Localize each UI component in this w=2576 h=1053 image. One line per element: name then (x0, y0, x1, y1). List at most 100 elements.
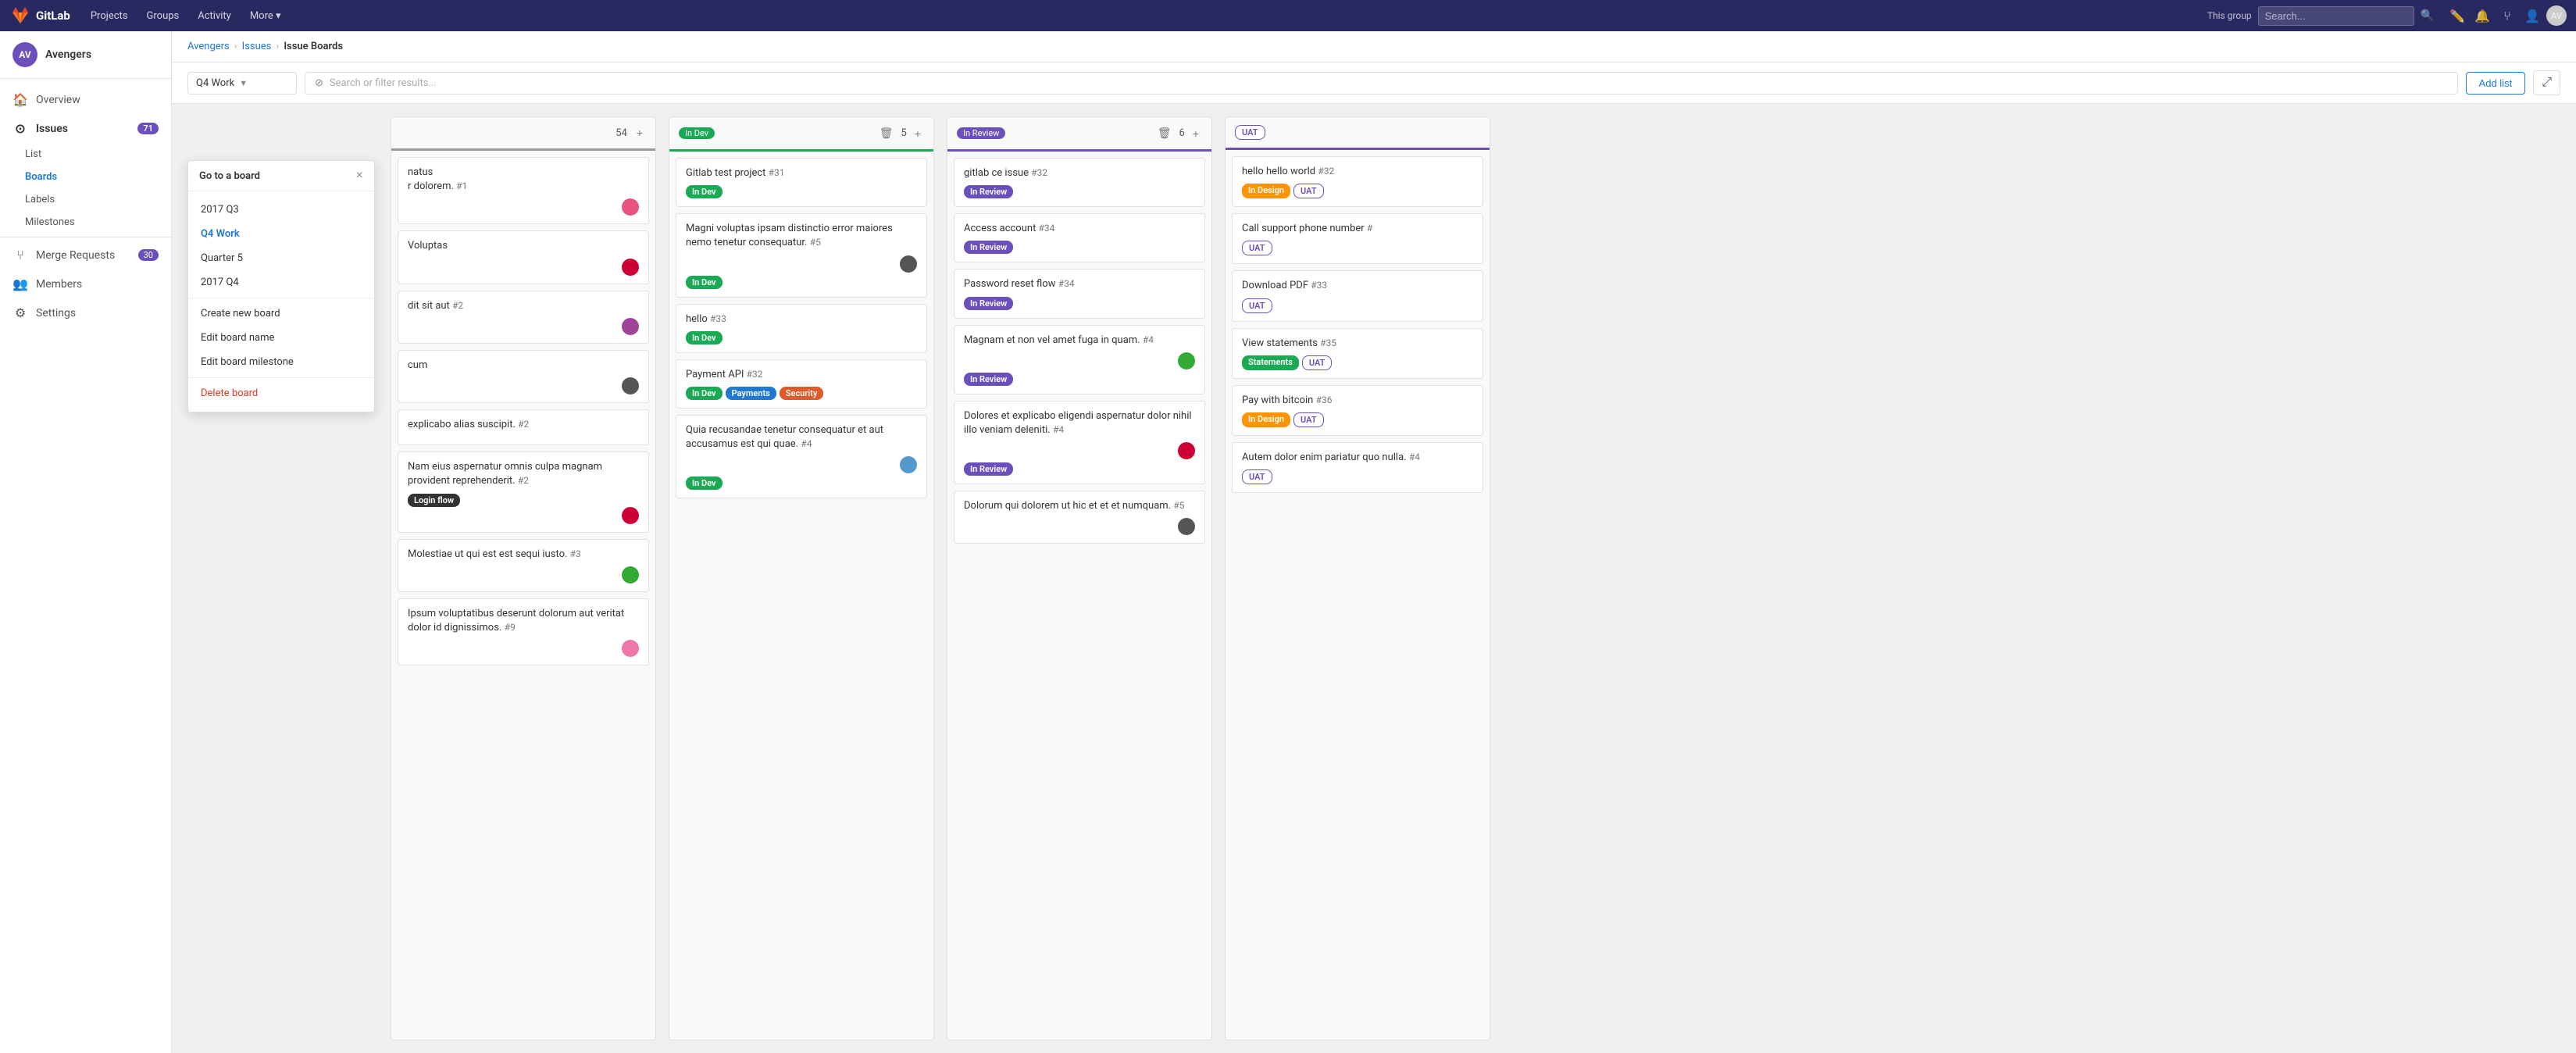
column-partial-actions: + (633, 125, 646, 141)
table-row[interactable]: Voluptas (398, 230, 649, 284)
nav-activity[interactable]: Activity (190, 7, 239, 25)
dropdown-board-q4work[interactable]: Q4 Work (188, 222, 374, 246)
nav-avatar-icon[interactable]: AV (2546, 5, 2567, 26)
filter-box[interactable]: ⊘ Search or filter results... (305, 72, 2458, 95)
column-in-review-add-btn[interactable]: + (1190, 126, 1202, 141)
table-row[interactable]: Autem dolor enim pariatur quo nulla. #4 … (1232, 442, 1483, 493)
merge-requests-badge: 30 (138, 249, 159, 261)
table-row[interactable]: Pay with bitcoin #36 In Design UAT (1232, 385, 1483, 436)
table-row[interactable]: dit sit aut #2 (398, 291, 649, 344)
search-input[interactable] (2258, 6, 2414, 26)
sidebar-item-labels[interactable]: Labels (25, 188, 171, 211)
main-content: Avengers › Issues › Issue Boards Q4 Work… (172, 31, 2576, 1053)
add-list-button[interactable]: Add list (2466, 72, 2526, 95)
card-meta (408, 377, 639, 394)
nav-edit-icon[interactable]: ✏️ (2446, 5, 2468, 27)
sidebar-item-boards[interactable]: Boards (25, 166, 171, 188)
card-labels: In Design UAT (1242, 184, 1473, 198)
card-number: #4 (1409, 452, 1420, 462)
table-row[interactable]: Ipsum voluptatibus deserunt dolorum aut … (398, 598, 649, 666)
card-title: Magni voluptas ipsam distinctio error ma… (686, 222, 917, 250)
table-row[interactable]: Call support phone number # UAT (1232, 213, 1483, 264)
nav-user-icon[interactable]: 👤 (2521, 5, 2543, 27)
card-number: #4 (1053, 424, 1064, 435)
card-number: # (1367, 223, 1372, 234)
sidebar-item-merge-requests[interactable]: ⑂ Merge Requests 30 (0, 241, 171, 269)
column-partial-add-btn[interactable]: + (633, 125, 646, 141)
column-in-dev-count: 5 (901, 127, 907, 139)
table-row[interactable]: View statements #35 Statements UAT (1232, 328, 1483, 379)
card-number: #2 (452, 300, 463, 311)
table-row[interactable]: Access account #34 In Review (954, 213, 1205, 262)
card-title: Voluptas (408, 239, 639, 253)
nav-projects[interactable]: Projects (83, 7, 136, 25)
table-row[interactable]: Magni voluptas ipsam distinctio error ma… (676, 213, 927, 297)
table-row[interactable]: Nam eius aspernatur omnis culpa magnam p… (398, 452, 649, 532)
search-icon[interactable]: 🔍 (2421, 9, 2434, 22)
table-row[interactable]: Quia recusandae tenetur consequatur et a… (676, 415, 927, 498)
board-selector[interactable]: Q4 Work ▼ (187, 72, 297, 95)
boards-area: Go to a board × 2017 Q3 Q4 Work Quarter … (172, 104, 2576, 1053)
card-title: Dolorum qui dolorem ut hic et et et numq… (964, 499, 1195, 513)
sidebar-item-settings[interactable]: ⚙ Settings (0, 298, 171, 327)
column-in-dev-delete-btn[interactable]: 🗑 (876, 125, 897, 141)
dropdown-edit-board-milestone[interactable]: Edit board milestone (188, 350, 374, 374)
dropdown-create-board[interactable]: Create new board (188, 302, 374, 326)
sidebar-item-issues[interactable]: ⊙ Issues 71 (0, 114, 171, 143)
card-meta (408, 198, 639, 216)
table-row[interactable]: natusr dolorem. #1 (398, 157, 649, 224)
breadcrumb-issues[interactable]: Issues (242, 41, 272, 52)
card-title: hello #33 (686, 312, 917, 327)
breadcrumb-sep-1: › (234, 41, 237, 52)
sidebar-item-list[interactable]: List (25, 143, 171, 166)
table-row[interactable]: Gitlab test project #31 In Dev (676, 158, 927, 207)
table-row[interactable]: Download PDF #33 UAT (1232, 270, 1483, 321)
card-title: Quia recusandae tenetur consequatur et a… (686, 423, 917, 452)
card-number: #35 (1320, 337, 1336, 348)
avatar (622, 640, 639, 657)
fullscreen-button[interactable]: ⤢ (2533, 70, 2560, 95)
sidebar-sub-issues: List Boards Labels Milestones (0, 143, 171, 234)
table-row[interactable]: explicabo alias suscipit. #2 (398, 409, 649, 445)
nav-merge-icon[interactable]: ⑂ (2496, 5, 2518, 27)
card-title: cum (408, 359, 639, 373)
dropdown-delete-board[interactable]: Delete board (188, 381, 374, 405)
sidebar-item-overview[interactable]: 🏠 Overview (0, 85, 171, 114)
card-labels: Login flow (408, 494, 639, 507)
table-row[interactable]: Magnam et non vel amet fuga in quam. #4 … (954, 325, 1205, 394)
table-row[interactable]: Dolorum qui dolorem ut hic et et et numq… (954, 491, 1205, 544)
column-in-dev-header: In Dev 🗑 5 + (669, 117, 933, 152)
nav-groups[interactable]: Groups (139, 7, 187, 25)
card-meta (408, 566, 639, 584)
dropdown-board-2017q3[interactable]: 2017 Q3 (188, 198, 374, 222)
sidebar-item-members[interactable]: 👥 Members (0, 269, 171, 298)
table-row[interactable]: Molestiae ut qui est est sequi iusto. #3 (398, 539, 649, 592)
merge-requests-icon: ⑂ (12, 248, 28, 262)
dropdown-board-2017q4[interactable]: 2017 Q4 (188, 270, 374, 294)
sidebar-item-milestones[interactable]: Milestones (25, 211, 171, 234)
label-uat: UAT (1242, 469, 1272, 484)
table-row[interactable]: hello hello world #32 In Design UAT (1232, 156, 1483, 207)
table-row[interactable]: gitlab ce issue #32 In Review (954, 158, 1205, 207)
dropdown-edit-board-name[interactable]: Edit board name (188, 326, 374, 350)
column-in-review-delete-btn[interactable]: 🗑 (1154, 125, 1175, 141)
column-in-dev-add-btn[interactable]: + (912, 126, 924, 141)
breadcrumb-avengers[interactable]: Avengers (187, 41, 230, 52)
card-labels: UAT (1242, 241, 1473, 255)
card-labels: UAT (1242, 298, 1473, 313)
dropdown-close-button[interactable]: × (356, 169, 363, 183)
nav-more[interactable]: More ▾ (242, 7, 289, 25)
table-row[interactable]: hello #33 In Dev (676, 304, 927, 353)
card-meta (408, 507, 639, 524)
nav-bell-icon[interactable]: 🔔 (2471, 5, 2493, 27)
table-row[interactable]: cum (398, 350, 649, 403)
avatar (622, 377, 639, 394)
table-row[interactable]: Password reset flow #34 In Review (954, 269, 1205, 318)
avatar (1178, 352, 1195, 369)
dropdown-board-quarter5[interactable]: Quarter 5 (188, 246, 374, 270)
table-row[interactable]: Payment API #32 In Dev Payments Security (676, 359, 927, 409)
logo[interactable]: GitLab (9, 5, 70, 27)
nav-links: Projects Groups Activity More ▾ (83, 7, 289, 25)
search-group-label: This group (2207, 10, 2252, 21)
table-row[interactable]: Dolores et explicabo eligendi aspernatur… (954, 401, 1205, 484)
